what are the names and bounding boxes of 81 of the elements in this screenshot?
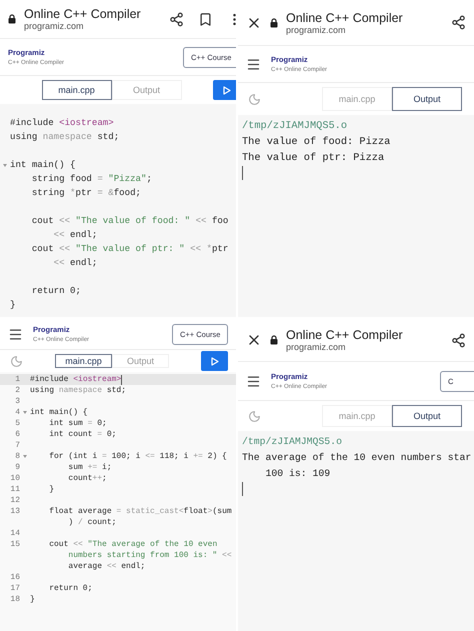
code-line: string *ptr = &food;: [30, 186, 142, 200]
line-number: 5: [14, 418, 20, 429]
line-number: 15: [9, 539, 20, 550]
page-domain: programiz.com: [286, 24, 347, 34]
line-number: 9: [14, 462, 20, 473]
line-number: 14: [9, 528, 20, 539]
file-tab[interactable]: main.cpp: [55, 354, 112, 368]
share-button[interactable]: [451, 332, 466, 348]
menu-button[interactable]: [8, 326, 23, 342]
file-tab[interactable]: Output: [392, 405, 462, 427]
fold-icon[interactable]: [23, 455, 27, 458]
code-line: int count = 0;: [48, 429, 116, 440]
line-number: 6: [14, 429, 20, 440]
text-cursor: [242, 482, 243, 496]
line-number: 17: [9, 583, 20, 594]
code-line: int main() {: [30, 407, 88, 418]
line-number: 7: [14, 440, 20, 451]
play-icon: [222, 86, 230, 94]
line-number: 2: [14, 385, 20, 396]
file-tab[interactable]: main.cpp: [42, 80, 112, 100]
code-line: float average = static_cast<float>(sum: [48, 506, 232, 517]
page-domain: programiz.com: [24, 21, 85, 31]
menu-button[interactable]: [246, 56, 261, 72]
code-line: numbers starting from 100 is: " <<: [67, 550, 232, 561]
share-button[interactable]: [451, 15, 466, 30]
output-path: /tmp/zJIAMJMQS5.o: [241, 435, 343, 449]
line-number: 3: [14, 396, 20, 407]
share-button[interactable]: [169, 12, 184, 26]
code-line: average << endl;: [67, 561, 146, 572]
lock-icon: [270, 18, 278, 28]
line-number: 8: [14, 451, 20, 462]
code-line: string food = "Pizza";: [30, 172, 152, 186]
code-line: }: [48, 484, 54, 495]
line-number: 13: [9, 506, 20, 517]
bookmark-button[interactable]: [198, 12, 213, 26]
code-line: return 0;: [30, 284, 81, 298]
output-line: The value of food: Pizza: [241, 135, 392, 150]
code-line: #include <iostream>: [10, 116, 114, 130]
code-line: cout << "The average of the 10 even: [48, 539, 218, 550]
line-number: 1: [14, 374, 20, 385]
page-title: Online C++ Compiler: [24, 7, 142, 21]
code-line: int main() {: [10, 158, 76, 172]
page-domain: programiz.com: [286, 342, 347, 352]
code-line: sum += i;: [67, 462, 112, 473]
line-number: 16: [9, 572, 20, 583]
line-number: 4: [14, 407, 20, 418]
text-cursor: [121, 374, 122, 384]
code-line: cout << "The value of food: " << foo: [30, 214, 228, 228]
code-line: << endl;: [52, 256, 98, 270]
lock-icon: [8, 14, 16, 24]
line-number: 10: [9, 473, 20, 484]
page-title: Online C++ Compiler: [286, 328, 404, 342]
play-icon: [210, 356, 218, 366]
fold-icon[interactable]: [3, 164, 7, 166]
page-title: Online C++ Compiler: [286, 10, 404, 24]
code-line: cout << "The value of ptr: " << *ptr: [30, 242, 228, 256]
output-path: /tmp/zJIAMJMQS5.o: [241, 119, 348, 134]
code-line: }: [10, 298, 16, 312]
lock-icon: [270, 335, 278, 345]
code-line: return 0;: [48, 583, 92, 594]
menu-button[interactable]: [246, 374, 261, 388]
line-number: 11: [9, 484, 20, 495]
line-number: 18: [9, 594, 20, 605]
code-line: count++;: [67, 473, 107, 484]
output-line: The average of the 10 even numbers star: [241, 451, 472, 465]
output-line: The value of ptr: Pizza: [241, 151, 386, 166]
code-line: for (int i = 100; i <= 118; i += 2) {: [48, 451, 227, 462]
code-line: << endl;: [52, 228, 98, 242]
code-line: int sum = 0;: [48, 418, 107, 429]
fold-icon[interactable]: [23, 411, 27, 414]
code-line: using namespace std;: [10, 130, 120, 144]
line-number: 12: [9, 495, 20, 506]
code-line: }: [30, 594, 35, 605]
file-tab[interactable]: Output: [392, 87, 462, 111]
code-line: using namespace std;: [30, 385, 126, 396]
text-cursor: [242, 166, 243, 180]
run-button[interactable]: [201, 351, 228, 371]
run-button[interactable]: [213, 80, 236, 100]
code-line: #include <iostream>: [30, 374, 122, 385]
output-line: 100 is: 109: [264, 467, 332, 481]
code-line: ) / count;: [67, 517, 116, 528]
